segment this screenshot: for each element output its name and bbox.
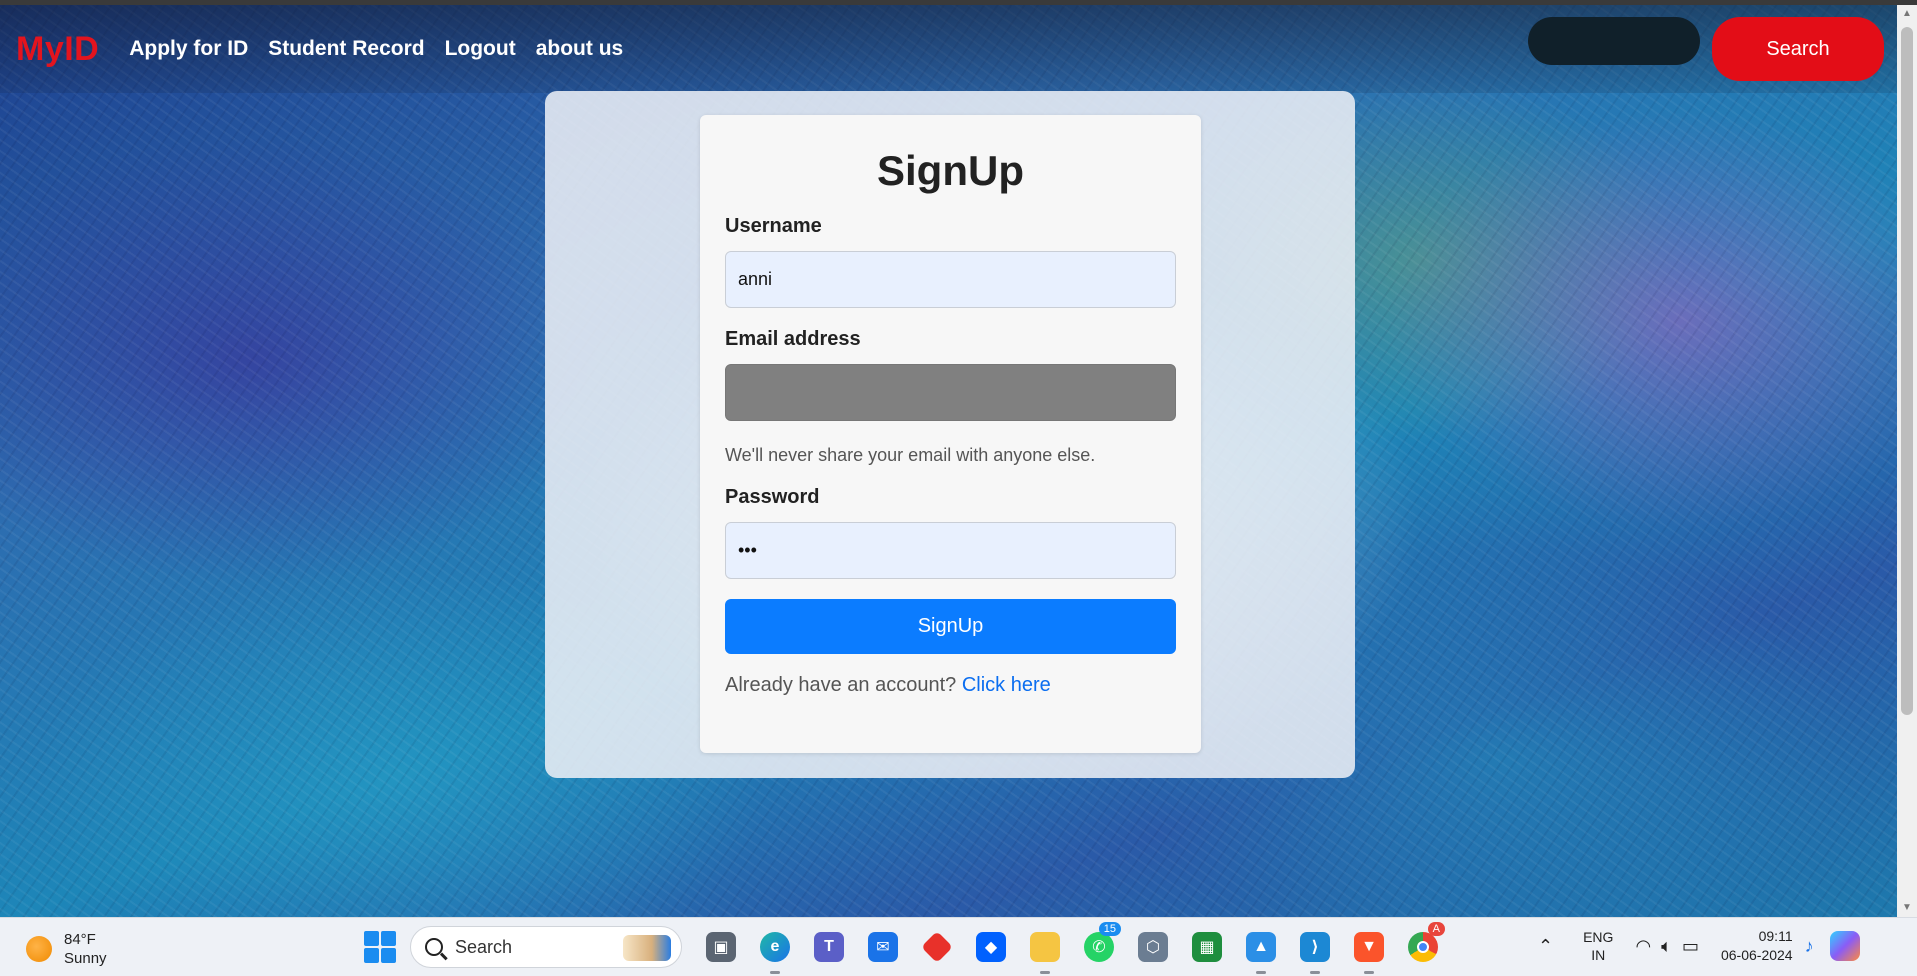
battery-icon[interactable]: ▭ bbox=[1682, 936, 1699, 957]
nav-links: Apply for ID Student Record Logout about… bbox=[129, 37, 643, 61]
weather-widget[interactable]: 84°F Sunny bbox=[26, 930, 107, 968]
login-prompt-text: Already have an account? bbox=[725, 674, 957, 696]
lang-bottom: IN bbox=[1591, 947, 1606, 963]
teams-icon[interactable]: T bbox=[807, 926, 851, 968]
3d-box-icon[interactable]: ⬡ bbox=[1131, 926, 1175, 968]
taskbar: 84°F Sunny Search ▣ e T ✉ ◆ ✆ 15 ⬡ ▦ ▲ ⟩… bbox=[0, 917, 1917, 976]
whatsapp-badge: 15 bbox=[1098, 922, 1121, 936]
nav-link-logout[interactable]: Logout bbox=[445, 37, 516, 61]
whatsapp-icon[interactable]: ✆ 15 bbox=[1077, 922, 1121, 968]
username-label: Username bbox=[725, 215, 822, 237]
brand-logo[interactable]: MyID bbox=[16, 30, 99, 69]
password-field[interactable] bbox=[725, 522, 1176, 579]
vscode-icon[interactable]: ⟩ bbox=[1293, 926, 1337, 974]
dropbox-icon[interactable]: ◆ bbox=[969, 926, 1013, 968]
taskbar-apps: Search ▣ e T ✉ ◆ ✆ 15 ⬡ ▦ ▲ ⟩ ▼ A bbox=[364, 922, 1450, 974]
scroll-thumb[interactable] bbox=[1901, 27, 1913, 715]
weather-temp: 84°F bbox=[64, 931, 96, 948]
search-icon bbox=[425, 938, 443, 956]
photos-icon[interactable]: ▲ bbox=[1239, 926, 1283, 974]
login-link[interactable]: Click here bbox=[962, 674, 1051, 696]
login-prompt: Already have an account? Click here bbox=[725, 674, 1176, 697]
edge-icon[interactable]: e bbox=[753, 926, 797, 974]
page-title: SignUp bbox=[877, 147, 1024, 194]
nav-link-about-us[interactable]: about us bbox=[536, 37, 624, 61]
sun-icon bbox=[26, 936, 52, 962]
wifi-icon[interactable]: ◠ bbox=[1635, 936, 1651, 957]
email-help-text: We'll never share your email with anyone… bbox=[725, 445, 1096, 465]
windows-start-icon[interactable] bbox=[364, 931, 396, 963]
chrome-icon[interactable]: A bbox=[1401, 922, 1445, 968]
email-label: Email address bbox=[725, 328, 861, 350]
chevron-up-icon[interactable]: ⌃ bbox=[1538, 936, 1553, 957]
copilot-icon[interactable] bbox=[1829, 931, 1860, 961]
scroll-down-arrow-icon[interactable]: ▼ bbox=[1897, 899, 1917, 917]
taskbar-search-label: Search bbox=[455, 936, 513, 957]
task-view-icon[interactable]: ▣ bbox=[699, 926, 743, 968]
page-scrollbar[interactable]: ▲ ▼ bbox=[1897, 5, 1917, 917]
search-highlight-icon bbox=[623, 935, 671, 961]
weather-text: 84°F Sunny bbox=[64, 930, 107, 968]
search-input[interactable] bbox=[1528, 17, 1700, 65]
search-button[interactable]: Search bbox=[1712, 17, 1884, 81]
weather-desc: Sunny bbox=[64, 950, 107, 967]
clock-time: 09:11 bbox=[1758, 928, 1793, 944]
clock-date: 06-06-2024 bbox=[1720, 947, 1793, 963]
chrome-profile-badge: A bbox=[1427, 922, 1445, 936]
brave-icon[interactable]: ▼ bbox=[1347, 926, 1391, 974]
navbar: MyID Apply for ID Student Record Logout … bbox=[0, 5, 1897, 93]
classroom-icon[interactable]: ▦ bbox=[1185, 926, 1229, 968]
scroll-up-arrow-icon[interactable]: ▲ bbox=[1897, 5, 1917, 23]
password-label: Password bbox=[725, 486, 820, 508]
file-explorer-icon[interactable] bbox=[1023, 926, 1067, 974]
signup-card: SignUp Username Email address We'll neve… bbox=[700, 115, 1201, 753]
nav-link-apply-for-id[interactable]: Apply for ID bbox=[129, 37, 248, 61]
taskbar-search[interactable]: Search bbox=[410, 926, 682, 968]
app-diamond-icon[interactable] bbox=[915, 926, 959, 968]
mail-icon[interactable]: ✉ bbox=[861, 926, 905, 968]
signup-button[interactable]: SignUp bbox=[725, 599, 1176, 654]
lang-top: ENG bbox=[1583, 929, 1614, 945]
volume-icon[interactable]: 🔈︎ bbox=[1661, 936, 1672, 957]
language-indicator[interactable]: ENG IN bbox=[1583, 928, 1613, 964]
system-tray: ⌃ ENG IN ◠ 🔈︎ ▭ 09:11 06-06-2024 ♪ bbox=[1538, 927, 1860, 965]
username-field[interactable] bbox=[725, 251, 1176, 308]
email-field[interactable] bbox=[725, 364, 1176, 421]
clock[interactable]: 09:11 06-06-2024 bbox=[1721, 927, 1793, 965]
notification-bell-icon[interactable]: ♪ bbox=[1805, 936, 1814, 957]
nav-link-student-record[interactable]: Student Record bbox=[268, 37, 424, 61]
